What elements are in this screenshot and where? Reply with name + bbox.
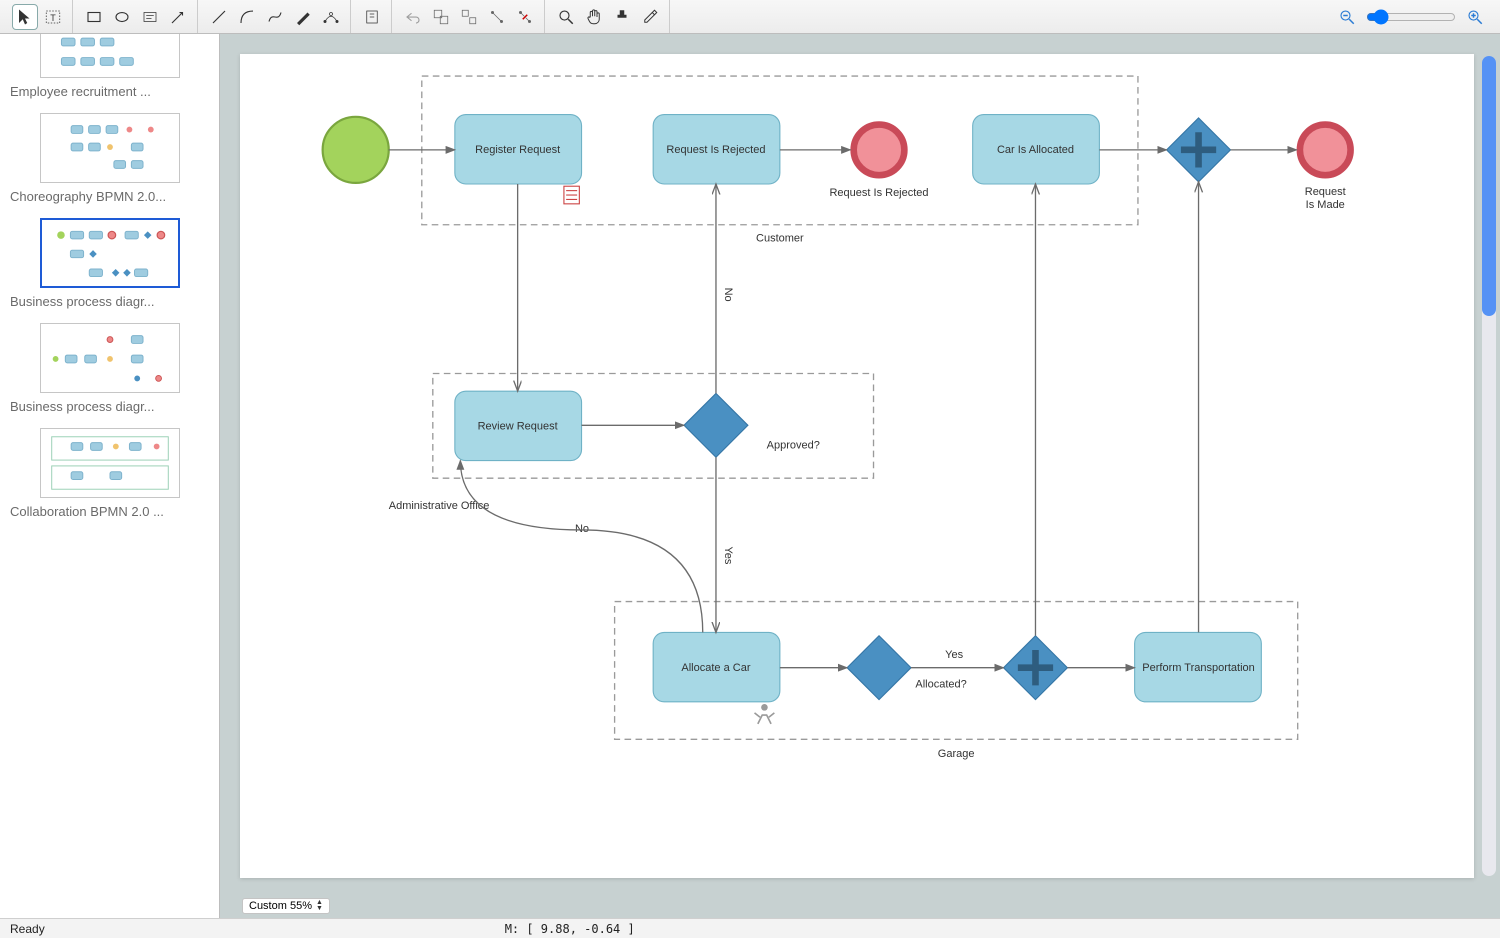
ungroup-tool[interactable]	[456, 4, 482, 30]
end-event-made-label1: Request	[1305, 186, 1346, 198]
pointer-tool[interactable]	[12, 4, 38, 30]
curve-tool[interactable]	[234, 4, 260, 30]
tool-group-select: T	[6, 0, 73, 33]
canvas-page[interactable]: Customer Administrative Office Garage Re…	[240, 54, 1474, 878]
zoom-controls	[1328, 0, 1494, 33]
tool-group-insert	[353, 0, 392, 33]
end-event-made[interactable]	[1300, 125, 1351, 176]
hand-tool[interactable]	[581, 4, 607, 30]
spline-tool[interactable]	[262, 4, 288, 30]
status-coordinates: M: [ 9.88, -0.64 ]	[505, 922, 635, 936]
magnify-tool[interactable]	[553, 4, 579, 30]
page-thumbnails-panel[interactable]: Employee recruitment ... Choreography BP…	[0, 34, 220, 918]
pen-tool[interactable]	[290, 4, 316, 30]
undo-tool[interactable]	[400, 4, 426, 30]
group-tool[interactable]	[428, 4, 454, 30]
end-event-reject-label: Request Is Rejected	[829, 187, 928, 199]
text-tool[interactable]: T	[40, 4, 66, 30]
gateway-approved-label: Approved?	[767, 439, 820, 451]
thumbnail-3[interactable]	[40, 323, 180, 393]
disconnect-tool[interactable]	[512, 4, 538, 30]
arrow-shape-tool[interactable]	[165, 4, 191, 30]
main-toolbar: T	[0, 0, 1500, 34]
node-edit-tool[interactable]	[318, 4, 344, 30]
rectangle-tool[interactable]	[81, 4, 107, 30]
thumbnail-0-label: Employee recruitment ...	[10, 84, 209, 99]
thumbnail-2-label: Business process diagr...	[10, 294, 209, 309]
task-register-label: Register Request	[475, 144, 560, 156]
thumbnail-0[interactable]	[40, 34, 180, 78]
gateway-approved[interactable]	[684, 393, 748, 457]
zoom-slider[interactable]	[1366, 9, 1456, 25]
document-icon	[564, 186, 579, 204]
task-review-label: Review Request	[478, 421, 558, 433]
status-bar: Ready M: [ 9.88, -0.64 ]	[0, 918, 1500, 938]
pool-garage-label: Garage	[938, 748, 975, 760]
ellipse-tool[interactable]	[109, 4, 135, 30]
thumbnail-1[interactable]	[40, 113, 180, 183]
svg-text:T: T	[50, 12, 56, 22]
zoom-in-button[interactable]	[1462, 4, 1488, 30]
task-car-allocated-label: Car Is Allocated	[997, 144, 1074, 156]
line-tool[interactable]	[206, 4, 232, 30]
vertical-scrollbar-thumb[interactable]	[1482, 56, 1496, 316]
stamp-tool[interactable]	[609, 4, 635, 30]
edge-yes-label: Yes	[945, 649, 963, 661]
zoom-stepper-icon[interactable]: ▲▼	[316, 900, 323, 912]
task-perform-label: Perform Transportation	[1142, 662, 1255, 674]
zoom-dropdown[interactable]: Custom 55% ▲▼	[242, 898, 330, 914]
bpmn-diagram[interactable]: Customer Administrative Office Garage Re…	[240, 54, 1474, 858]
gateway-parallel-garage[interactable]	[1004, 636, 1068, 700]
thumbnail-3-label: Business process diagr...	[10, 399, 209, 414]
gateway-parallel-top[interactable]	[1167, 118, 1231, 182]
status-ready: Ready	[10, 922, 45, 936]
vertical-scrollbar[interactable]	[1482, 56, 1496, 876]
person-icon	[755, 704, 775, 724]
end-event-reject[interactable]	[854, 125, 905, 176]
thumbnail-4-label: Collaboration BPMN 2.0 ...	[10, 504, 209, 519]
edge-approved-yes-label: Yes	[722, 546, 734, 564]
edge-approved-no-label: No	[722, 288, 734, 302]
thumbnail-2-selected[interactable]	[40, 218, 180, 288]
insert-page-tool[interactable]	[359, 4, 385, 30]
gateway-allocated-label: Allocated?	[915, 679, 966, 691]
eyedropper-tool[interactable]	[637, 4, 663, 30]
pool-admin-label: Administrative Office	[389, 500, 490, 512]
thumbnail-1-label: Choreography BPMN 2.0...	[10, 189, 209, 204]
start-event[interactable]	[323, 117, 389, 183]
thumbnail-4[interactable]	[40, 428, 180, 498]
zoom-label: Custom 55%	[249, 900, 312, 912]
tool-group-lines	[200, 0, 351, 33]
tool-group-view	[547, 0, 670, 33]
connect-tool[interactable]	[484, 4, 510, 30]
edge-allocated-no-label: No	[575, 523, 589, 535]
edge-no-curve[interactable]	[460, 461, 702, 633]
gateway-allocated[interactable]	[847, 636, 911, 700]
textbox-tool[interactable]	[137, 4, 163, 30]
pool-customer-label: Customer	[756, 232, 804, 244]
tool-group-shapes	[75, 0, 198, 33]
canvas-area[interactable]: Customer Administrative Office Garage Re…	[220, 34, 1500, 918]
task-reject-label: Request Is Rejected	[666, 144, 765, 156]
task-allocate-label: Allocate a Car	[681, 662, 750, 674]
end-event-made-label2: Is Made	[1306, 199, 1345, 211]
zoom-out-button[interactable]	[1334, 4, 1360, 30]
tool-group-edit	[394, 0, 545, 33]
